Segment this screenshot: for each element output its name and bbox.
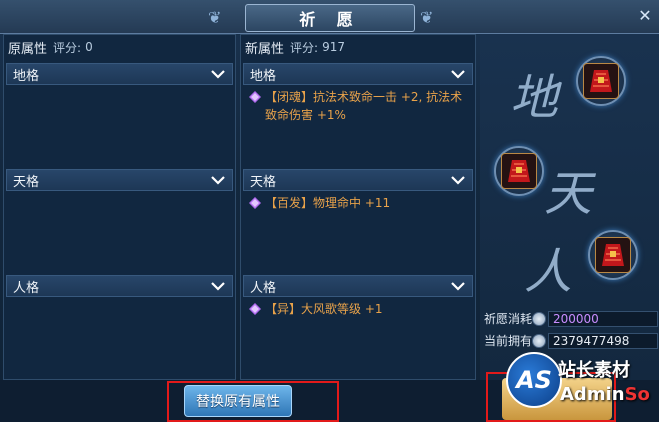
watermark-logo: AS: [506, 352, 562, 408]
watermark-line2: AdminSo: [560, 384, 650, 405]
window-title: 祈 愿: [245, 4, 415, 32]
section-bar-heaven[interactable]: 天格: [6, 169, 233, 191]
close-icon[interactable]: ✕: [636, 6, 654, 25]
prayer-window: ❦ 祈 愿 ❦ ✕ 原属性 评分: 0 地格 天格 人格 新属性 评分: 917…: [0, 0, 659, 422]
section-human: 人格: [6, 275, 233, 379]
chevron-down-icon[interactable]: [450, 175, 466, 185]
section-label: 天格: [250, 174, 277, 190]
section-human: 人格 【异】大风歌等级 +1: [243, 275, 473, 379]
original-attributes-header: 原属性 评分: 0: [4, 35, 235, 59]
attribute-text: 【异】大风歌等级 +1: [265, 302, 383, 316]
score-value: 0: [85, 40, 93, 54]
title-bar: ❦ 祈 愿 ❦ ✕: [0, 0, 659, 34]
purple-gem-icon: [249, 197, 261, 209]
new-attributes-panel: 新属性 评分: 917 地格 【闭魂】抗法术致命一击 +2, 抗法术致命伤害 +…: [240, 34, 476, 380]
section-bar-heaven[interactable]: 天格: [243, 169, 473, 191]
relic-slot-earth[interactable]: [576, 56, 626, 106]
brush-char-human: 人: [524, 244, 573, 300]
relic-slot-human[interactable]: [588, 230, 638, 280]
coin-icon: [532, 333, 546, 348]
chevron-down-icon[interactable]: [450, 69, 466, 79]
section-label: 人格: [13, 280, 40, 296]
new-attributes-header: 新属性 评分: 917: [241, 35, 475, 59]
attribute-line: 【异】大风歌等级 +1: [243, 297, 473, 318]
purple-gem-icon: [249, 303, 261, 315]
section-heaven: 天格: [6, 169, 233, 273]
attribute-text: 【闭魂】抗法术致命一击 +2, 抗法术致命伤害 +1%: [265, 90, 463, 122]
section-label: 地格: [13, 68, 40, 84]
armor-relic-icon: [595, 237, 631, 273]
section-bar-earth[interactable]: 地格: [243, 63, 473, 85]
score-value: 917: [322, 40, 345, 54]
coin-icon: [532, 311, 546, 326]
section-heaven: 天格 【百发】物理命中 +11: [243, 169, 473, 273]
chevron-down-icon[interactable]: [210, 69, 226, 79]
section-earth: 地格: [6, 63, 233, 167]
attribute-line: 【百发】物理命中 +11: [243, 191, 473, 212]
new-attributes-title: 新属性: [245, 41, 285, 57]
brush-char-earth: 地: [510, 70, 559, 126]
armor-relic-icon: [501, 153, 537, 189]
armor-relic-icon: [583, 63, 619, 99]
owned-currency-field: 2379477498: [548, 332, 658, 349]
watermark-line2-a: Admin: [560, 384, 625, 405]
scroll-ornament-left-icon: ❦: [208, 8, 222, 27]
owned-currency-value: 2379477498: [553, 333, 630, 348]
original-attributes-title: 原属性: [8, 41, 48, 57]
prayer-cost-field: 200000: [548, 310, 658, 327]
chevron-down-icon[interactable]: [210, 281, 226, 291]
attribute-text: 【百发】物理命中 +11: [265, 196, 391, 210]
section-label: 天格: [13, 174, 40, 190]
owned-currency-label: 当前拥有: [484, 334, 533, 348]
score-label: 评分:: [290, 40, 319, 55]
highlight-box-replace: [167, 381, 339, 422]
scroll-ornament-right-icon: ❦: [420, 8, 434, 27]
score-label: 评分:: [53, 40, 82, 55]
chevron-down-icon[interactable]: [210, 175, 226, 185]
section-label: 地格: [250, 68, 277, 84]
section-bar-human[interactable]: 人格: [6, 275, 233, 297]
purple-gem-icon: [249, 91, 261, 103]
attribute-line: 【闭魂】抗法术致命一击 +2, 抗法术致命伤害 +1%: [243, 85, 473, 124]
prayer-cost-label: 祈愿消耗: [484, 312, 533, 326]
watermark-line2-b: So: [624, 384, 650, 405]
brush-char-heaven: 天: [544, 166, 593, 222]
relic-panel: 地 天 人 祈愿消耗 200000 当前拥有 2379477498: [480, 34, 659, 380]
chevron-down-icon[interactable]: [450, 281, 466, 291]
prayer-cost-row: 祈愿消耗 200000: [484, 310, 658, 327]
owned-currency-row: 当前拥有 2379477498 +: [484, 332, 659, 349]
section-earth: 地格 【闭魂】抗法术致命一击 +2, 抗法术致命伤害 +1%: [243, 63, 473, 167]
section-label: 人格: [250, 280, 277, 296]
watermark-line1: 站长素材: [558, 360, 630, 381]
section-bar-earth[interactable]: 地格: [6, 63, 233, 85]
prayer-cost-value: 200000: [553, 311, 599, 326]
relic-slot-heaven[interactable]: [494, 146, 544, 196]
section-bar-human[interactable]: 人格: [243, 275, 473, 297]
original-attributes-panel: 原属性 评分: 0 地格 天格 人格: [3, 34, 236, 380]
